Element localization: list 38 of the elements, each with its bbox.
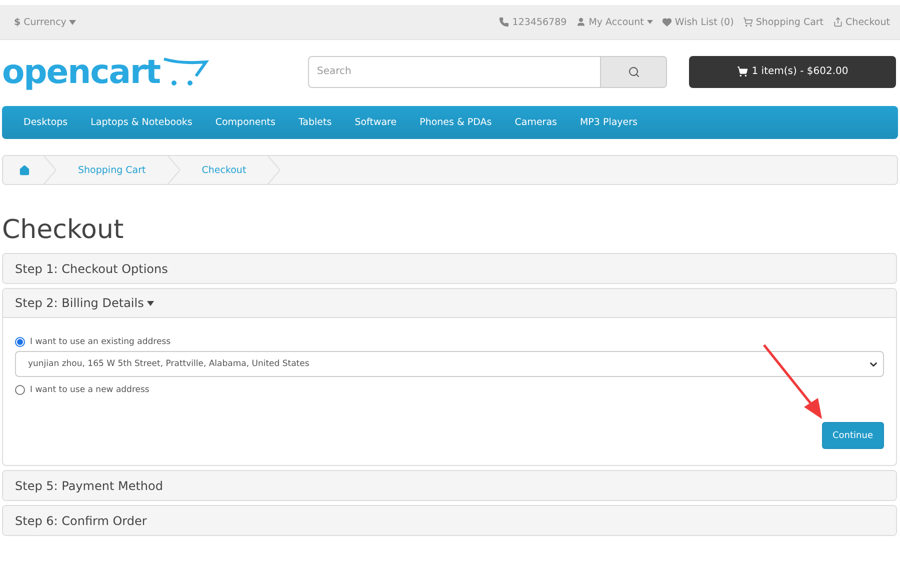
breadcrumb-link[interactable]: Shopping Cart: [56, 156, 168, 184]
share-icon: [832, 17, 843, 27]
page-title: Checkout: [2, 215, 125, 245]
step-heading[interactable]: Step 6: Confirm Order: [3, 506, 896, 535]
nav-link[interactable]: Laptops & Notebooks: [79, 117, 204, 128]
caret-icon: [146, 300, 154, 306]
search-field[interactable]: Search: [308, 56, 601, 88]
caret-icon: [69, 20, 76, 24]
nav-link[interactable]: Components: [204, 117, 287, 128]
cart-icon: [736, 66, 748, 77]
account-link[interactable]: My Account: [576, 16, 653, 28]
phone-icon: [499, 17, 510, 27]
nav-link[interactable]: Software: [343, 117, 408, 128]
wishlist-link[interactable]: Wish List (0): [662, 16, 734, 28]
nav-link[interactable]: Desktops: [12, 117, 80, 128]
currency-dropdown[interactable]: $ Currency: [14, 16, 76, 28]
user-icon: [576, 17, 586, 27]
search-icon: [628, 66, 640, 78]
continue-button[interactable]: Continue: [822, 422, 884, 449]
logo[interactable]: opencart: [2, 55, 308, 88]
address-select[interactable]: yunjian zhou, 165 W 5th Street, Prattville, Alabama, United States: [15, 351, 884, 377]
cart-link[interactable]: Shopping Cart: [742, 16, 824, 28]
radio-option[interactable]: I want to use a new address: [15, 382, 884, 397]
nav-link[interactable]: MP3 Players: [568, 117, 649, 128]
phone-link[interactable]: 123456789: [499, 16, 567, 28]
home-icon: [19, 164, 30, 176]
step-heading[interactable]: Step 1: Checkout Options: [3, 254, 896, 283]
nav-link[interactable]: Tablets: [286, 117, 344, 128]
nav-link[interactable]: Phones & PDAs: [408, 117, 504, 128]
step-heading[interactable]: Step 5: Payment Method: [3, 471, 896, 500]
step-heading[interactable]: Step 2: Billing Details: [3, 289, 896, 318]
cart-icon: [742, 17, 753, 27]
heart-icon: [662, 17, 672, 27]
checkout-link[interactable]: Checkout: [832, 16, 890, 28]
nav-link[interactable]: Cameras: [503, 117, 568, 128]
cart-button[interactable]: 1 item(s) - $602.00: [689, 56, 896, 88]
breadcrumb-link[interactable]: Checkout: [180, 156, 268, 184]
radio-option[interactable]: I want to use an existing address: [15, 334, 884, 349]
